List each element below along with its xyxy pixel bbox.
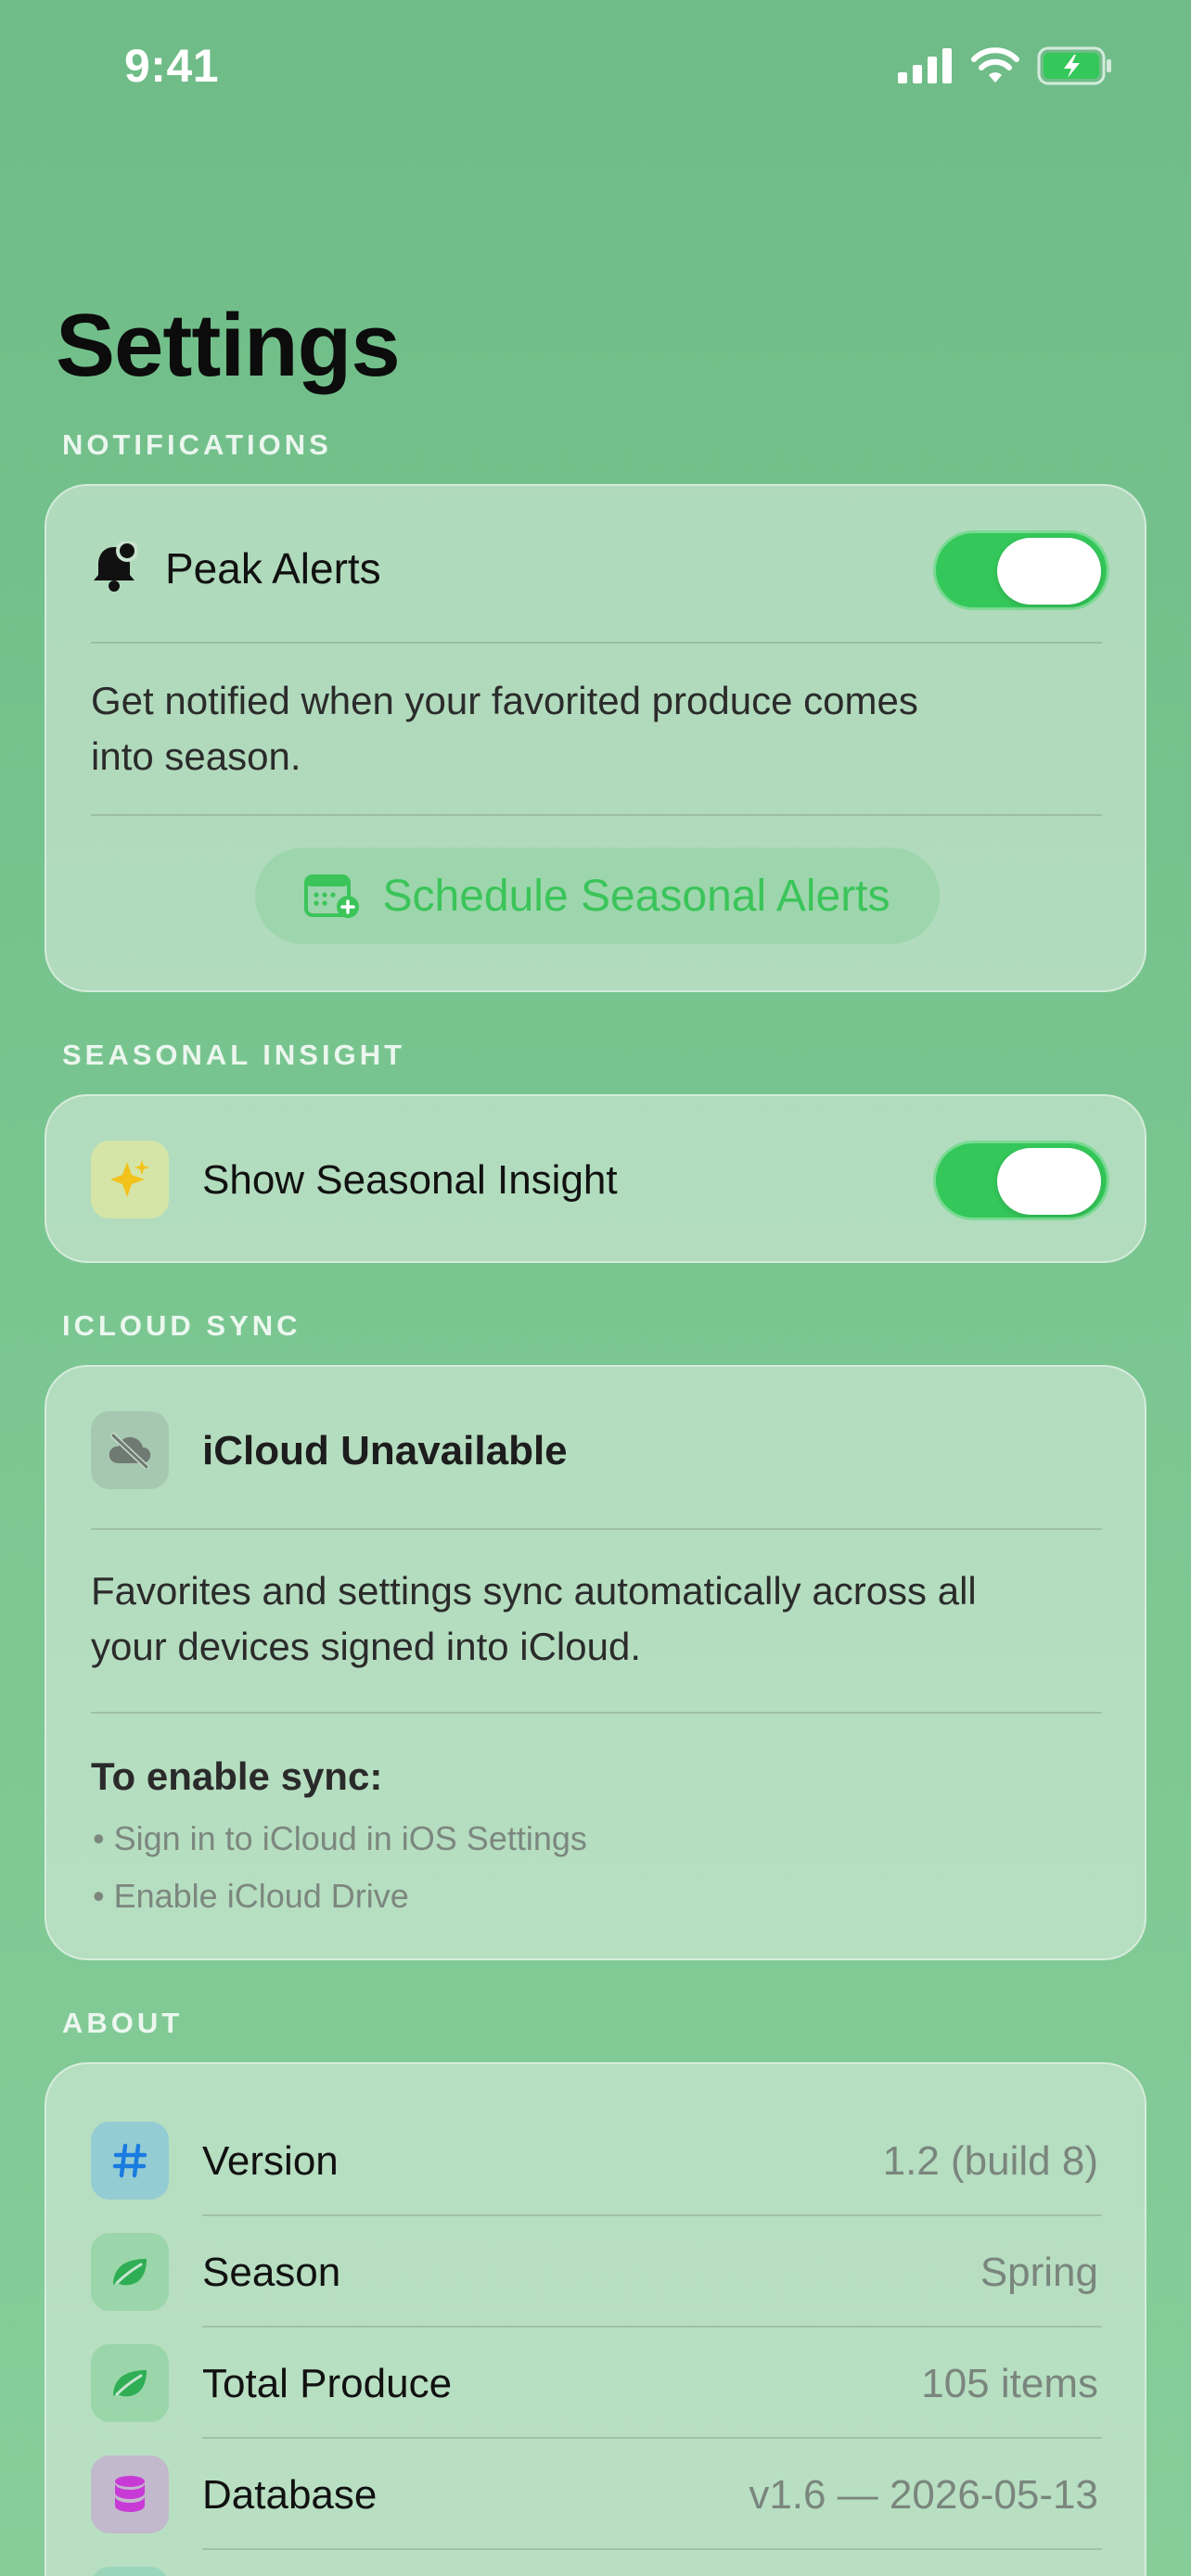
page-title: Settings [56, 296, 401, 395]
icloud-description: Favorites and settings sync automaticall… [91, 1563, 977, 1675]
description-line: your devices signed into iCloud. [91, 1625, 642, 1668]
peak-alerts-label: Peak Alerts [165, 544, 381, 593]
battery-charging-icon [1037, 46, 1111, 85]
about-card: Version 1.2 (build 8) Season Spring Tota… [45, 2062, 1146, 2576]
enable-sync-step: • Sign in to iCloud in iOS Settings [93, 1819, 587, 1857]
divider [202, 2548, 1102, 2550]
icloud-sync-card: iCloud Unavailable Favorites and setting… [45, 1365, 1146, 1960]
notifications-section-header: NOTIFICATIONS [62, 428, 332, 461]
version-value: 1.2 (build 8) [882, 2138, 1098, 2184]
description-line: into season. [91, 734, 301, 778]
status-icons [898, 46, 1113, 85]
hash-icon-tile [91, 2122, 169, 2200]
peak-alerts-toggle[interactable] [933, 530, 1109, 610]
next-row-icon-tile [91, 2567, 169, 2576]
seasonal-insight-toggle[interactable] [933, 1141, 1109, 1220]
divider [91, 814, 1102, 816]
enable-sync-step: • Enable iCloud Drive [93, 1877, 409, 1915]
icloud-status-label: iCloud Unavailable [202, 1428, 568, 1473]
about-section-header: ABOUT [62, 2007, 184, 2039]
divider [202, 2214, 1102, 2216]
hash-icon [112, 2143, 147, 2178]
toggle-knob [997, 1148, 1101, 1215]
divider [202, 2437, 1102, 2439]
seasonal-insight-section-header: SEASONAL INSIGHT [62, 1039, 406, 1071]
status-bar: 9:41 [0, 0, 1191, 139]
cellular-signal-icon [898, 48, 952, 83]
enable-sync-title: To enable sync: [91, 1754, 383, 1798]
leaf-icon-tile [91, 2233, 169, 2311]
total-produce-value: 105 items [921, 2361, 1098, 2406]
status-time: 9:41 [124, 40, 220, 92]
seasonal-insight-card: Show Seasonal Insight [45, 1094, 1146, 1263]
database-label: Database [202, 2472, 378, 2518]
description-line: Favorites and settings sync automaticall… [91, 1569, 977, 1613]
schedule-seasonal-alerts-label: Schedule Seasonal Alerts [382, 871, 890, 921]
database-icon-tile [91, 2455, 169, 2533]
divider [202, 2326, 1102, 2327]
database-icon [115, 2476, 145, 2512]
wifi-icon [971, 47, 1019, 83]
version-label: Version [202, 2138, 339, 2184]
divider [91, 1528, 1102, 1530]
peak-alerts-description: Get notified when your favorited produce… [91, 673, 918, 784]
notifications-card: Peak Alerts Get notified when your favor… [45, 484, 1146, 992]
bell-badge-icon [94, 542, 137, 592]
leaf-icon [113, 2259, 147, 2286]
sparkles-icon-tile [91, 1141, 169, 1218]
leaf-icon-tile [91, 2344, 169, 2422]
season-label: Season [202, 2250, 341, 2295]
show-seasonal-insight-label: Show Seasonal Insight [202, 1157, 618, 1203]
leaf-icon [113, 2370, 147, 2397]
icloud-slash-icon-tile [91, 1411, 169, 1489]
divider [91, 642, 1102, 644]
total-produce-label: Total Produce [202, 2361, 453, 2406]
divider [91, 1712, 1102, 1714]
description-line: Get notified when your favorited produce… [91, 679, 918, 722]
icloud-slash-icon [109, 1433, 151, 1469]
icloud-sync-section-header: ICLOUD SYNC [62, 1309, 301, 1342]
database-value: v1.6 — 2026-05-13 [749, 2472, 1098, 2518]
schedule-seasonal-alerts-button[interactable]: Schedule Seasonal Alerts [255, 848, 940, 944]
sparkles-icon [110, 1160, 149, 1197]
season-value: Spring [980, 2250, 1098, 2295]
toggle-knob [997, 538, 1101, 605]
calendar-add-icon [304, 874, 360, 918]
